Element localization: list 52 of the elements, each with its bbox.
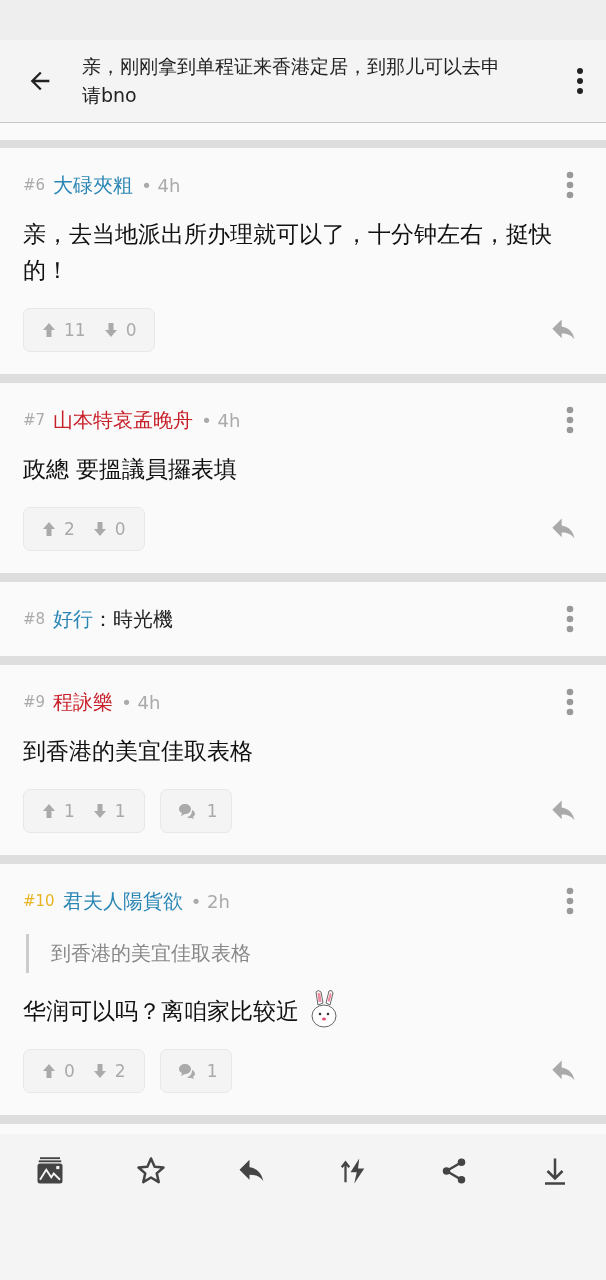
more-button[interactable] [576, 67, 584, 95]
images-button[interactable] [35, 1156, 65, 1186]
down-arrow-icon [92, 521, 107, 537]
star-button[interactable] [136, 1156, 166, 1186]
star-icon [136, 1156, 166, 1186]
post-snippet: ：時光機 [93, 605, 174, 633]
author-name[interactable]: 山本特哀孟晚舟 [53, 406, 194, 434]
upvote-button[interactable]: 11 [42, 320, 86, 340]
up-arrow-icon [42, 521, 56, 537]
author-name[interactable]: 程詠樂 [53, 688, 114, 716]
speech-bubbles-icon [176, 1062, 197, 1080]
more-icon [566, 605, 574, 633]
upvote-button[interactable]: 1 [42, 801, 75, 821]
post-time: • 4h [121, 691, 161, 713]
more-icon [566, 171, 574, 199]
post-content: 亲，去当地派出所办理就可以了，十分钟左右，挺快的！ [23, 220, 553, 285]
post-number: #8 [23, 610, 46, 628]
gallery-icon [35, 1156, 65, 1186]
quoted-text: 到香港的美宜佳取表格 [26, 934, 584, 973]
post-time: • 2h [190, 890, 230, 912]
speech-bubbles-icon [176, 802, 197, 820]
downvote-button[interactable]: 0 [103, 320, 137, 340]
up-arrow-icon [42, 322, 56, 338]
up-arrow-icon [42, 803, 56, 819]
down-arrow-icon [92, 803, 107, 819]
post-number: #10 [23, 892, 55, 910]
post-time: • 4h [201, 409, 241, 431]
author-name[interactable]: 大碌夾粗 [53, 171, 134, 199]
post-number: #9 [23, 693, 46, 711]
down-arrow-icon [103, 322, 118, 338]
down-arrow-icon [92, 1063, 107, 1079]
post-number: #6 [23, 176, 46, 194]
upvote-button[interactable]: 0 [42, 1061, 75, 1081]
downvote-button[interactable]: 1 [92, 801, 126, 821]
up-arrow-icon [42, 1063, 56, 1079]
thread-title: 亲，刚刚拿到单程证来香港定居，到那儿可以去申请bno [82, 54, 501, 108]
upvote-button[interactable]: 2 [42, 519, 75, 539]
more-icon [576, 67, 584, 95]
post-content: 政總 要搵議員攞表填 [23, 455, 239, 484]
more-icon [566, 688, 574, 716]
post-time: • 4h [141, 174, 181, 196]
comments-button[interactable]: 1 [159, 1049, 233, 1093]
comments-button[interactable]: 1 [159, 789, 233, 833]
more-icon [566, 406, 574, 434]
author-name[interactable]: 好行 [53, 605, 94, 633]
author-name[interactable]: 君夫人陽貨欲 [62, 887, 183, 915]
post-content: 到香港的美宜佳取表格 [23, 737, 254, 766]
post-number: #7 [23, 411, 46, 429]
more-icon [566, 887, 574, 915]
downvote-button[interactable]: 2 [92, 1061, 126, 1081]
post-content: 华润可以吗？离咱家比较近 [23, 997, 300, 1026]
downvote-button[interactable]: 0 [92, 519, 126, 539]
